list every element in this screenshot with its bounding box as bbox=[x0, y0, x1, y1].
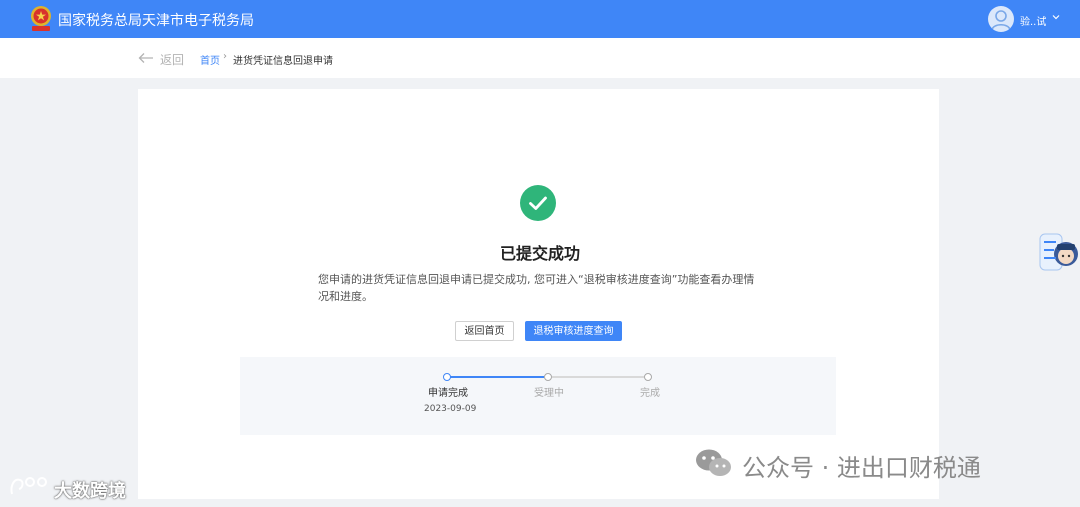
step-dot-3 bbox=[644, 373, 652, 381]
breadcrumb-current: 进货凭证信息回退申请 bbox=[233, 56, 333, 67]
check-circle-icon bbox=[520, 185, 556, 221]
step-dot-1 bbox=[443, 373, 451, 381]
progress-line-completed bbox=[450, 376, 544, 378]
return-home-button[interactable]: 返回首页 bbox=[455, 321, 514, 341]
tax-assistant-icon[interactable] bbox=[1038, 230, 1080, 274]
app-title[interactable]: 国家税务总局天津市电子税务局 bbox=[58, 10, 254, 30]
watermark-logo-icon bbox=[10, 477, 47, 495]
top-header-bar: 国家税务总局天津市电子税务局 验..试 bbox=[0, 0, 1080, 38]
result-title: 已提交成功 bbox=[499, 244, 580, 263]
user-name[interactable]: 验..试 bbox=[1020, 13, 1046, 28]
breadcrumb-separator: › bbox=[223, 51, 227, 62]
watermark-right-text: 公众号 · 进出口财税通 bbox=[742, 454, 981, 482]
step-label-1: 申请完成 bbox=[428, 388, 468, 399]
step-date-1: 2023-09-09 bbox=[424, 404, 477, 414]
step-label-2: 受理中 bbox=[534, 388, 564, 399]
arrow-left-icon[interactable] bbox=[138, 52, 154, 64]
breadcrumb-home-link[interactable]: 首页 bbox=[200, 52, 220, 67]
national-emblem-icon bbox=[31, 6, 51, 31]
step-dot-2 bbox=[544, 373, 552, 381]
progress-line-pending bbox=[552, 376, 644, 378]
step-label-3: 完成 bbox=[640, 388, 660, 399]
watermark-left-text: 大数跨境 bbox=[54, 481, 126, 502]
back-button[interactable]: 返回 bbox=[160, 51, 184, 68]
refund-progress-query-button[interactable]: 退税审核进度查询 bbox=[525, 321, 622, 341]
user-avatar-icon[interactable] bbox=[988, 6, 1014, 32]
chevron-down-icon[interactable] bbox=[1052, 13, 1060, 21]
sub-navigation-bar: 返回 首页 › 进货凭证信息回退申请 bbox=[0, 38, 1080, 78]
wechat-icon bbox=[696, 449, 731, 476]
result-description: 您申请的进货凭证信息回退申请已提交成功, 您可进入“退税审核进度查询”功能查看办… bbox=[318, 273, 755, 303]
